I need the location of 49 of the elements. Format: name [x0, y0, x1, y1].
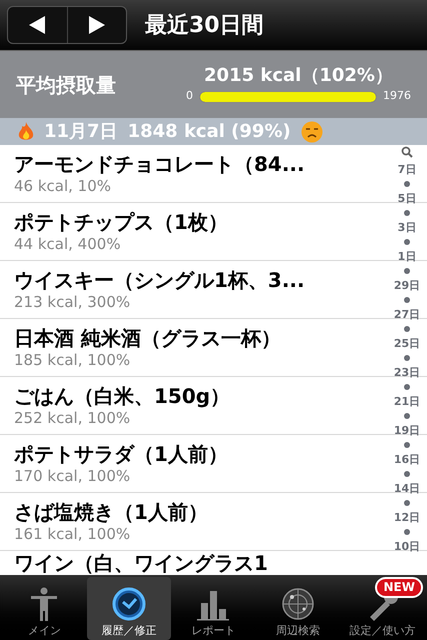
flame-icon — [18, 122, 34, 142]
index-day[interactable]: 14日 — [394, 482, 420, 495]
food-detail: 44 kcal, 400% — [14, 234, 122, 254]
index-day[interactable]: 7日 — [398, 163, 416, 176]
food-detail: 252 kcal, 100% — [14, 408, 132, 428]
index-day[interactable]: 10日 — [394, 540, 420, 553]
index-day[interactable]: 19日 — [394, 424, 420, 437]
sad-face-icon — [300, 120, 323, 142]
left-arrow-icon — [27, 15, 48, 35]
right-arrow-icon — [86, 15, 107, 35]
index-day[interactable]: 3日 — [398, 221, 416, 234]
food-name: ポテトチップス（1枚） — [14, 210, 229, 234]
radar-icon — [281, 587, 316, 621]
index-day[interactable]: 1日 — [398, 250, 416, 263]
tab[interactable]: 履歴／修正 — [86, 577, 172, 640]
index-day[interactable]: 16日 — [394, 453, 420, 466]
food-name: さば塩焼き（1人前） — [14, 500, 209, 524]
food-name: ごはん（白米、150g） — [14, 384, 232, 408]
index-day[interactable]: 25日 — [394, 337, 420, 350]
index-day[interactable]: 29日 — [394, 279, 420, 292]
gauge-max-label: 1976 — [383, 88, 411, 104]
food-name: ポテトサラダ（1人前） — [14, 442, 229, 466]
food-name: ワイン（白、ワイングラス1 — [14, 551, 269, 575]
food-name: ウイスキー（シングル1杯、3... — [14, 268, 306, 292]
food-detail: 46 kcal, 10% — [14, 176, 112, 196]
index-day[interactable]: 23日 — [394, 366, 420, 379]
average-intake-value: 2015 kcal（102%） — [204, 64, 393, 88]
food-detail: 213 kcal, 300% — [14, 292, 132, 312]
food-name: アーモンドチョコレート（84... — [14, 152, 306, 176]
new-badge: NEW — [375, 577, 423, 598]
day-total: 1848 kcal (99%) — [128, 120, 291, 144]
index-day[interactable]: 5日 — [398, 192, 416, 205]
food-detail: 170 kcal, 100% — [14, 466, 132, 486]
tab[interactable]: NEW 設定／使い方 — [340, 577, 425, 640]
tab[interactable]: レポート — [171, 577, 256, 640]
index-day[interactable]: 27日 — [394, 308, 420, 321]
index-day[interactable]: 21日 — [394, 395, 420, 408]
summary-label: 平均摂取量 — [16, 72, 117, 98]
day-date: 11月7日 — [44, 120, 118, 144]
tab[interactable]: 周辺検索 — [256, 577, 340, 640]
person-icon — [29, 587, 60, 621]
food-detail: 161 kcal, 100% — [14, 524, 132, 544]
tab[interactable]: メイン — [2, 577, 87, 640]
food-detail: 185 kcal, 100% — [14, 350, 132, 370]
search-icon[interactable] — [401, 146, 413, 158]
navigation-title: 最近30日間 — [145, 12, 264, 40]
gauge-min-label: 0 — [186, 88, 193, 104]
food-name: 日本酒 純米酒（グラス一杯） — [14, 326, 282, 350]
index-day[interactable]: 12日 — [394, 511, 420, 524]
